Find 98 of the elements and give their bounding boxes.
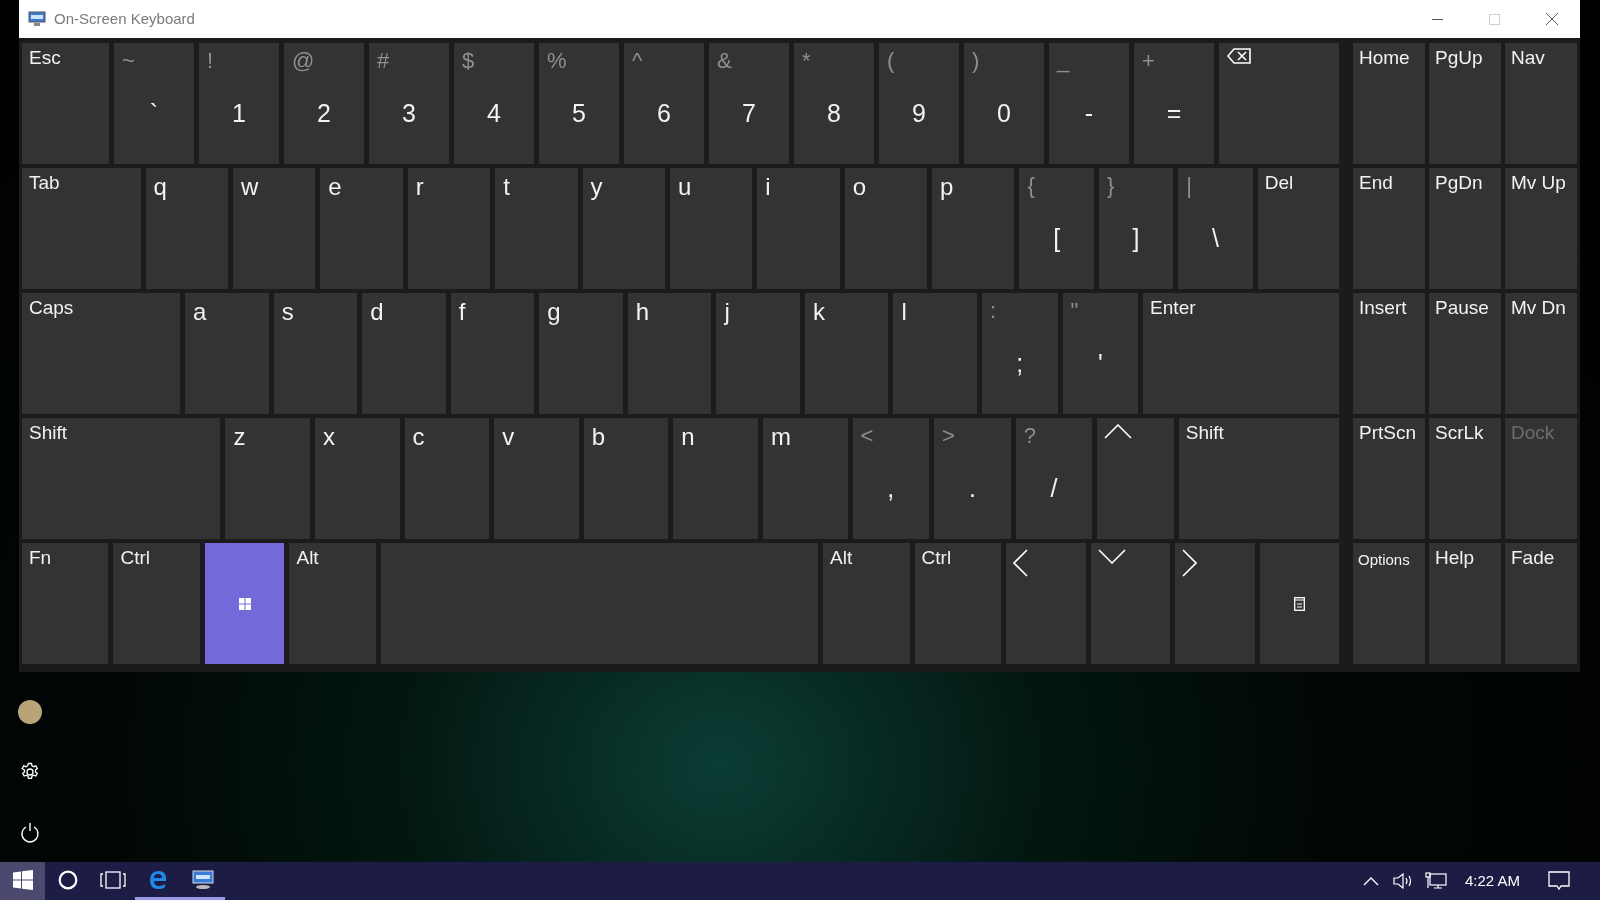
key[interactable]: Alt: [289, 543, 376, 664]
key[interactable]: ~ `: [114, 43, 194, 164]
key[interactable]: _ -: [1049, 43, 1129, 164]
key[interactable]: a: [185, 293, 269, 414]
key[interactable]: Caps: [22, 293, 181, 414]
key[interactable]: # 3: [369, 43, 449, 164]
power-icon[interactable]: [20, 822, 40, 843]
key[interactable]: & 7: [709, 43, 789, 164]
key[interactable]: n: [673, 418, 758, 539]
key[interactable]: $ 4: [454, 43, 534, 164]
key[interactable]: < ,: [852, 418, 930, 539]
key[interactable]: ? /: [1015, 418, 1093, 539]
windows-logo-icon: [12, 869, 33, 890]
key[interactable]: Esc: [22, 43, 109, 164]
key[interactable]: Options: [1353, 543, 1425, 664]
key[interactable]: | \: [1178, 168, 1253, 289]
key[interactable]: k: [804, 293, 889, 414]
chevron-right-icon: [1182, 549, 1198, 577]
key[interactable]: z: [225, 418, 311, 539]
key[interactable]: } ]: [1098, 168, 1174, 289]
key[interactable]: s: [273, 293, 358, 414]
key[interactable]: v: [494, 418, 579, 539]
chevron-up-icon: [1104, 424, 1133, 439]
key[interactable]: m: [762, 418, 848, 539]
key[interactable]: u: [669, 168, 753, 289]
key[interactable]: Ctrl: [914, 543, 1002, 664]
key[interactable]: Pause: [1429, 293, 1501, 414]
chevron-up-icon[interactable]: [1362, 876, 1379, 886]
key[interactable]: Insert: [1353, 293, 1425, 414]
clock[interactable]: 4:22 AM: [1464, 869, 1520, 893]
key[interactable]: ! 1: [199, 43, 279, 164]
document-icon: [1293, 596, 1305, 611]
key[interactable]: Mv Up: [1505, 168, 1577, 289]
backspace-icon: [1227, 48, 1251, 64]
key[interactable]: Ctrl: [113, 543, 200, 664]
key[interactable]: o: [844, 168, 928, 289]
key[interactable]: End: [1353, 168, 1425, 289]
key[interactable]: @ 2: [284, 43, 364, 164]
speaker-icon[interactable]: [1392, 873, 1413, 889]
key[interactable]: d: [362, 293, 446, 414]
key[interactable]: ( 9: [879, 43, 959, 164]
key[interactable]: : ;: [982, 293, 1058, 414]
circle-icon: [57, 869, 78, 890]
key[interactable]: e: [320, 168, 403, 289]
key[interactable]: x: [315, 418, 400, 539]
key[interactable]: Shift: [1178, 418, 1339, 539]
key[interactable]: PrtScn: [1353, 418, 1425, 539]
key[interactable]: * 8: [794, 43, 874, 164]
key[interactable]: b: [583, 418, 669, 539]
key[interactable]: PgDn: [1429, 168, 1501, 289]
key[interactable]: i: [757, 168, 840, 289]
key[interactable]: " ': [1062, 293, 1139, 414]
key[interactable]: r: [407, 168, 491, 289]
key[interactable]: > .: [934, 418, 1011, 539]
chevron-down-icon: [1097, 549, 1126, 564]
key[interactable]: g: [539, 293, 623, 414]
key[interactable]: Del: [1257, 168, 1340, 289]
chevron-left-icon: [1013, 549, 1029, 577]
close-icon: [1545, 13, 1558, 25]
letter-e-icon: [147, 869, 168, 890]
key[interactable]: { [: [1019, 168, 1094, 289]
keyboard-monitor-icon: [191, 869, 214, 890]
key[interactable]: + =: [1134, 43, 1214, 164]
key[interactable]: % 5: [539, 43, 619, 164]
windows-logo-icon: [238, 597, 251, 610]
key[interactable]: y: [582, 168, 665, 289]
start-button[interactable]: [0, 862, 45, 900]
key[interactable]: c: [404, 418, 490, 539]
key[interactable]: t: [495, 168, 578, 289]
settings-icon[interactable]: [20, 762, 40, 782]
key[interactable]: Mv Dn: [1505, 293, 1577, 414]
window-title: On-Screen Keyboard: [54, 8, 195, 29]
key[interactable]: p: [932, 168, 1015, 289]
key[interactable]: h: [627, 293, 712, 414]
windows-key[interactable]: [204, 543, 285, 664]
key[interactable]: Shift: [22, 418, 221, 539]
network-monitor-icon[interactable]: [1424, 872, 1447, 890]
key[interactable]: f: [450, 293, 535, 414]
key[interactable]: j: [716, 293, 800, 414]
key[interactable]: Fn: [22, 543, 109, 664]
key[interactable]: Alt: [823, 543, 910, 664]
task-view-icon: [99, 870, 126, 889]
key[interactable]: ) 0: [964, 43, 1044, 164]
key[interactable]: PgUp: [1429, 43, 1501, 164]
key[interactable]: Nav: [1505, 43, 1577, 164]
key[interactable]: Enter: [1143, 293, 1339, 414]
key[interactable]: ^ 6: [624, 43, 704, 164]
key[interactable]: Fade: [1505, 543, 1577, 664]
key[interactable]: l: [893, 293, 977, 414]
key[interactable]: Home: [1353, 43, 1425, 164]
key[interactable]: ScrLk: [1429, 418, 1501, 539]
notification-icon[interactable]: [1548, 871, 1570, 891]
key[interactable]: q: [145, 168, 228, 289]
key[interactable]: Help: [1429, 543, 1501, 664]
keyboard-monitor-icon: [28, 11, 46, 27]
maximize-icon: [1489, 13, 1500, 25]
key[interactable]: Tab: [22, 168, 141, 289]
key[interactable]: w: [232, 168, 316, 289]
